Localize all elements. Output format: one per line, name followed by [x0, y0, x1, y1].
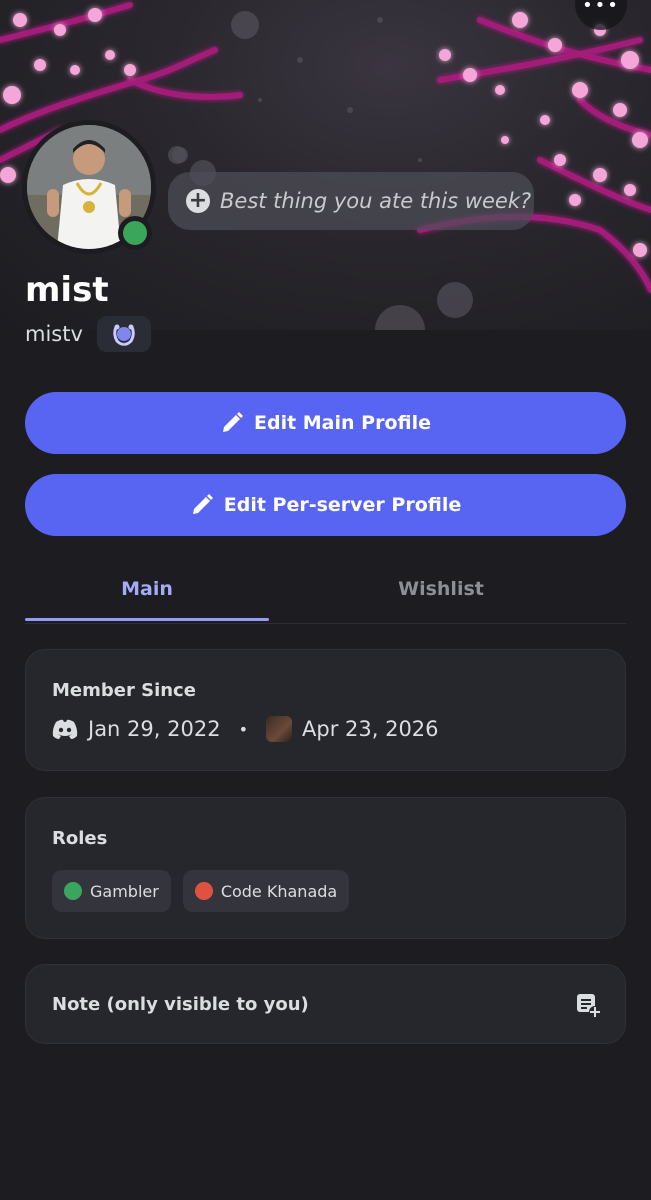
display-name: mist: [25, 270, 109, 310]
server-icon: [266, 716, 292, 742]
member-since-row: Jan 29, 2022 • Apr 23, 2026: [52, 716, 439, 742]
role-name: Gambler: [90, 881, 159, 901]
more-icon: •••: [582, 0, 620, 16]
member-since-title: Member Since: [52, 680, 196, 701]
username: mistv: [25, 322, 83, 346]
member-since-card: Member Since Jan 29, 2022 • Apr 23, 2026: [25, 649, 626, 771]
discord-member-date: Jan 29, 2022: [88, 717, 221, 741]
role-name: Code Khanada: [220, 881, 338, 901]
edit-per-server-profile-label: Edit Per-server Profile: [223, 494, 462, 516]
username-row: mistv: [25, 316, 151, 352]
role-chip-code-khanada[interactable]: Code Khanada: [182, 870, 350, 912]
tab-wishlist[interactable]: Wishlist: [319, 556, 563, 622]
server-member-date: Apr 23, 2026: [302, 717, 439, 741]
plus-circle-icon: +: [186, 189, 210, 213]
roles-card: Roles Gambler Code Khanada: [25, 797, 626, 939]
profile-badge[interactable]: [96, 316, 151, 352]
thought-bubble-dot: [168, 146, 186, 164]
online-status-indicator: [118, 216, 152, 250]
role-color-dot: [64, 882, 82, 900]
edit-per-server-profile-button[interactable]: Edit Per-server Profile: [25, 474, 626, 536]
laurel-badge-icon: [113, 324, 135, 346]
pencil-icon: [222, 412, 243, 432]
discord-logo-icon: [52, 719, 78, 739]
status-placeholder: Best thing you ate this week?: [220, 189, 532, 213]
tab-main[interactable]: Main: [25, 556, 269, 622]
edit-main-profile-button[interactable]: Edit Main Profile: [25, 392, 626, 454]
note-title: Note (only visible to you): [52, 994, 309, 1015]
pencil-icon: [192, 494, 213, 514]
add-note-icon[interactable]: [575, 992, 601, 1018]
separator-dot: •: [238, 719, 248, 739]
roles-title: Roles: [52, 828, 108, 849]
note-card[interactable]: Note (only visible to you): [25, 964, 626, 1044]
role-color-dot: [194, 882, 213, 900]
active-tab-indicator: [25, 618, 269, 621]
custom-status-bubble[interactable]: + Best thing you ate this week?: [168, 172, 534, 230]
roles-list: Gambler Code Khanada: [52, 870, 350, 912]
online-icon: [123, 221, 147, 245]
edit-main-profile-label: Edit Main Profile: [253, 412, 431, 434]
role-chip-gambler[interactable]: Gambler: [52, 870, 171, 912]
